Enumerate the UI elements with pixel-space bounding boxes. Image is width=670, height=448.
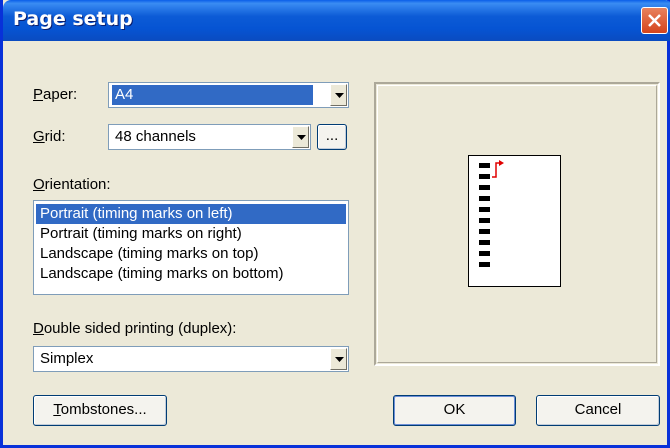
timing-mark (479, 207, 490, 212)
title-bar[interactable]: Page setup (3, 0, 670, 41)
paper-dropdown-button[interactable] (330, 84, 347, 106)
page-preview-sheet (468, 155, 561, 287)
duplex-select[interactable]: Simplex (33, 346, 349, 372)
timing-mark (479, 262, 490, 267)
chevron-down-icon (297, 135, 306, 140)
orientation-item-portrait-left[interactable]: Portrait (timing marks on left) (36, 204, 346, 224)
orientation-item-portrait-right[interactable]: Portrait (timing marks on right) (36, 224, 346, 244)
orientation-label: Orientation: (33, 176, 111, 193)
tombstones-button[interactable]: Tombstones... (33, 395, 167, 426)
close-icon (648, 14, 661, 27)
timing-mark (479, 196, 490, 201)
paper-select[interactable]: A4 (108, 82, 349, 108)
ok-button[interactable]: OK (393, 395, 516, 426)
orientation-item-landscape-top[interactable]: Landscape (timing marks on top) (36, 244, 346, 264)
grid-browse-button[interactable]: ... (317, 124, 347, 150)
timing-mark (479, 185, 490, 190)
paper-selected-value: A4 (112, 85, 313, 105)
page-setup-dialog: Page setup Paper: A4 Grid: 48 channels .… (0, 0, 670, 448)
dialog-title: Page setup (13, 8, 133, 30)
orientation-item-landscape-bottom[interactable]: Landscape (timing marks on bottom) (36, 264, 346, 284)
grid-select[interactable]: 48 channels (108, 124, 311, 150)
duplex-selected-value: Simplex (40, 350, 94, 367)
direction-arrow-icon (492, 160, 504, 178)
grid-label: Grid: (33, 128, 66, 145)
grid-dropdown-button[interactable] (292, 126, 309, 148)
duplex-dropdown-button[interactable] (330, 348, 347, 370)
orientation-listbox[interactable]: Portrait (timing marks on left) Portrait… (33, 200, 349, 295)
cancel-button[interactable]: Cancel (536, 395, 660, 426)
timing-mark (479, 229, 490, 234)
timing-mark (479, 163, 490, 168)
timing-mark (479, 174, 490, 179)
close-button[interactable] (641, 7, 668, 34)
timing-mark (479, 240, 490, 245)
chevron-down-icon (335, 93, 344, 98)
chevron-down-icon (335, 357, 344, 362)
timing-mark (479, 251, 490, 256)
duplex-label: Double sided printing (duplex): (33, 320, 237, 337)
paper-label: Paper: (33, 86, 78, 103)
timing-mark (479, 218, 490, 223)
grid-selected-value: 48 channels (115, 128, 196, 145)
